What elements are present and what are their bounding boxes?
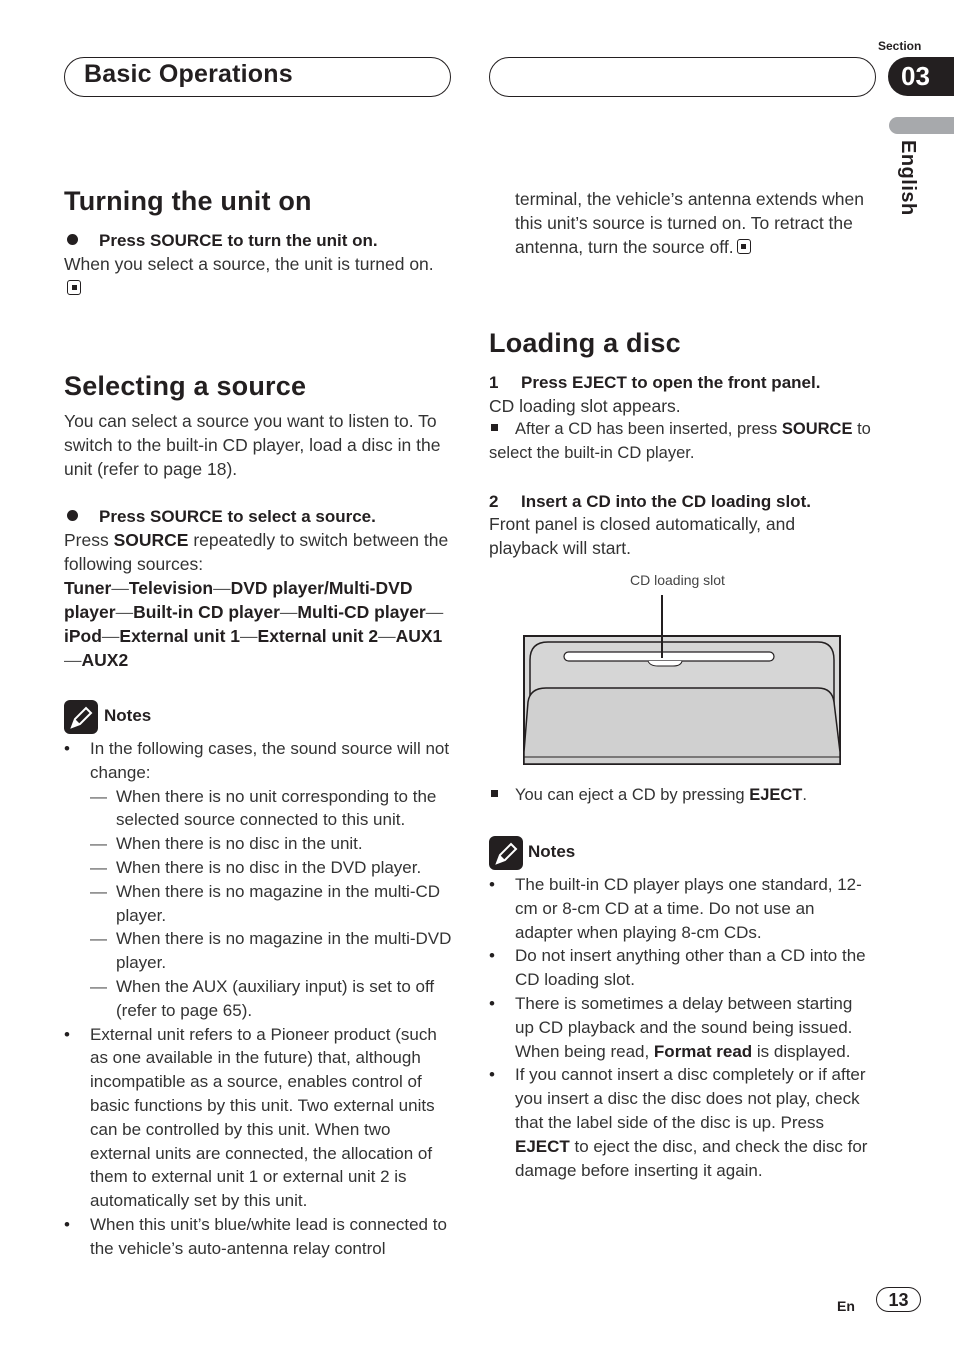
square-bullet-icon xyxy=(491,424,498,431)
selecting-body: Press SOURCE repeatedly to switch betwee… xyxy=(64,530,449,574)
selecting-intro: You can select a source you want to list… xyxy=(64,411,441,479)
source-separator: — xyxy=(115,602,134,622)
notes-pencil-icon xyxy=(489,836,523,870)
section-number-badge: 03 xyxy=(888,57,954,96)
notes-pencil-icon xyxy=(64,700,98,734)
note-sublist: When there is no unit corresponding to t… xyxy=(90,785,454,1023)
end-mark-icon xyxy=(736,238,751,254)
step-1-body: CD loading slot appears. xyxy=(489,396,681,416)
step-text: Press SOURCE to select a source. xyxy=(99,507,376,526)
source-name: Built-in CD player xyxy=(133,602,280,622)
note-subitem: When the AUX (auxiliary input) is set to… xyxy=(90,975,454,1023)
note-item: There is sometimes a delay between start… xyxy=(489,992,874,1063)
note-item: If you cannot insert a disc completely o… xyxy=(489,1063,874,1182)
end-mark-icon xyxy=(67,279,81,295)
note-item: The built-in CD player plays one standar… xyxy=(489,873,874,944)
page-number: 13 xyxy=(876,1287,921,1312)
step-1-note: After a CD has been inserted, press SOUR… xyxy=(489,420,871,462)
source-name: iPod xyxy=(64,626,102,646)
source-cycle-list: Tuner—Television—DVD player/Multi-DVD pl… xyxy=(64,576,454,672)
heading-loading-disc: Loading a disc xyxy=(489,328,681,358)
cd-slot xyxy=(563,651,775,662)
note-subitem: When there is no disc in the unit. xyxy=(90,832,454,856)
source-separator: — xyxy=(425,602,444,622)
source-name: Television xyxy=(128,578,214,598)
section-label: Section xyxy=(878,39,922,53)
source-separator: — xyxy=(240,626,258,646)
language-label: English xyxy=(897,140,919,216)
note-subitem: When there is no disc in the DVD player. xyxy=(90,856,454,880)
square-bullet-icon xyxy=(491,790,498,797)
figure-label: CD loading slot xyxy=(630,572,725,588)
selecting-notes-list: In the following cases, the sound source… xyxy=(64,737,454,1261)
note-item: Do not insert anything other than a CD i… xyxy=(489,944,874,992)
step-2-body: Front panel is closed automatically, and… xyxy=(489,514,796,558)
step-select-source: Press SOURCE to select a source. xyxy=(64,507,376,527)
source-name: External unit 2 xyxy=(257,626,379,646)
note-subitem: When there is no magazine in the multi-D… xyxy=(90,927,454,975)
note-item: External unit refers to a Pioneer produc… xyxy=(64,1023,454,1213)
eject-note: You can eject a CD by pressing EJECT. xyxy=(489,784,807,808)
source-separator: — xyxy=(111,578,129,598)
step-text: Press SOURCE to turn the unit on. xyxy=(99,231,378,250)
source-separator: — xyxy=(279,602,298,622)
front-panel xyxy=(523,687,841,765)
note-item: In the following cases, the sound source… xyxy=(64,737,454,1023)
chapter-title: Basic Operations xyxy=(84,60,293,88)
note-subitem: When there is no unit corresponding to t… xyxy=(90,785,454,833)
source-name: External unit 1 xyxy=(119,626,241,646)
cd-unit-illustration xyxy=(523,595,841,765)
step-turn-on: Press SOURCE to turn the unit on. xyxy=(64,231,378,251)
loading-notes-list: The built-in CD player plays one standar… xyxy=(489,873,874,1182)
antenna-note-continued: terminal, the vehicle’s antenna extends … xyxy=(515,189,864,257)
heading-selecting-source: Selecting a source xyxy=(64,371,307,401)
source-name: Tuner xyxy=(64,578,112,598)
source-separator: — xyxy=(101,626,120,646)
header-blank-frame xyxy=(489,57,876,97)
footer-language-code: En xyxy=(837,1298,855,1314)
notes-label: Notes xyxy=(528,842,576,861)
source-name: AUX1 xyxy=(395,626,443,646)
bullet-dot-icon xyxy=(67,510,78,521)
note-item: When this unit’s blue/white lead is conn… xyxy=(64,1213,454,1261)
notes-label: Notes xyxy=(104,706,152,725)
step-2: 2 Insert a CD into the CD loading slot. xyxy=(489,492,811,511)
source-separator: — xyxy=(213,578,231,598)
heading-turning-on: Turning the unit on xyxy=(64,186,312,216)
language-tab xyxy=(889,117,954,134)
source-name: AUX2 xyxy=(81,650,129,670)
source-separator: — xyxy=(64,650,82,670)
step-1: 1 Press EJECT to open the front panel. xyxy=(489,373,821,392)
source-separator: — xyxy=(378,626,396,646)
source-name: Multi-CD player xyxy=(297,602,426,622)
note-subitem: When there is no magazine in the multi-C… xyxy=(90,880,454,928)
turning-on-body: When you select a source, the unit is tu… xyxy=(64,253,449,301)
bullet-dot-icon xyxy=(67,234,78,245)
